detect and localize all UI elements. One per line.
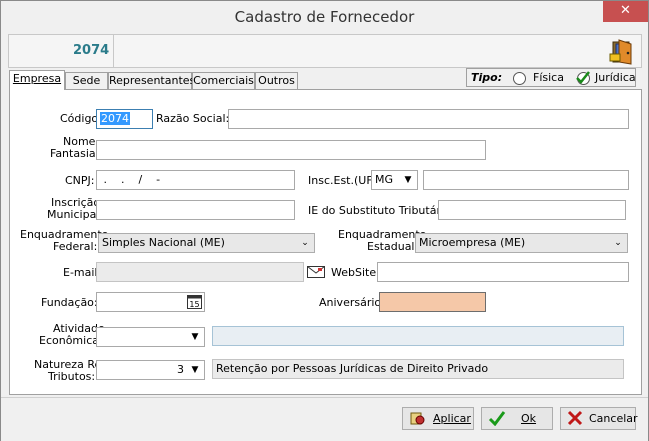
close-button[interactable]: ✕ [603, 1, 648, 22]
nome-fantasia-input[interactable] [96, 140, 486, 160]
apply-icon [409, 410, 425, 431]
chevron-down-icon[interactable]: ⌄ [297, 235, 313, 251]
razao-social-input[interactable] [228, 109, 629, 129]
tab-outros[interactable]: Outros [255, 72, 298, 89]
ie-substituto-label: IE do Substituto Tributário: [308, 204, 455, 217]
insc-municipal-label-2: Municipal: [47, 208, 104, 221]
fisica-label[interactable]: Física [533, 71, 564, 84]
title-bar: Cadastro de Fornecedor ✕ [1, 1, 648, 33]
header-panel: 2074 [8, 34, 642, 68]
calendar-icon[interactable]: 15 [187, 295, 202, 309]
checkmark-icon [575, 70, 591, 85]
nome-fantasia-label-2: Fantasia: [50, 147, 100, 160]
chevron-down-icon[interactable]: ▼ [187, 329, 203, 345]
tipo-radio-group: Tipo: Física Jurídica [466, 68, 636, 87]
uf-value: MG [375, 173, 394, 186]
uf-select[interactable]: MG ▼ [371, 170, 418, 190]
natureza-description: Retenção por Pessoas Jurídicas de Direit… [212, 359, 624, 379]
aplicar-button[interactable]: Aplicar [402, 407, 474, 430]
website-input[interactable] [377, 262, 629, 282]
tab-comerciais[interactable]: Comerciais [192, 72, 255, 89]
enq-estadual-select[interactable]: Microempresa (ME) ⌄ [415, 233, 628, 253]
window-title: Cadastro de Fornecedor [234, 8, 415, 26]
cancelar-label: Cancelar [589, 412, 638, 425]
aniversario-label: Aniversário: [319, 296, 385, 309]
ok-button[interactable]: Ok [481, 407, 553, 430]
juridica-label[interactable]: Jurídica [595, 71, 636, 84]
cnpj-input[interactable]: . . / - [96, 170, 295, 190]
enq-federal-select[interactable]: Simples Nacional (ME) ⌄ [98, 233, 315, 253]
natureza-select[interactable]: 3 ▼ [96, 360, 205, 380]
tab-empresa[interactable]: Empresa [9, 70, 65, 90]
ok-label: Ok [521, 412, 537, 425]
fundacao-label: Fundação: [41, 296, 98, 309]
chevron-down-icon[interactable]: ▼ [187, 362, 203, 378]
bottom-button-bar: Aplicar Ok Cancelar [1, 397, 648, 441]
tab-label: Empresa [12, 72, 62, 85]
codigo-input[interactable]: 2074 [96, 109, 153, 129]
envelope-icon[interactable] [307, 266, 325, 278]
enq-federal-value: Simples Nacional (ME) [102, 236, 225, 249]
tab-label: Sede [72, 74, 101, 87]
header-divider [113, 35, 114, 67]
supplier-code-display: 2074 [73, 43, 110, 58]
radio-fisica[interactable] [513, 72, 526, 85]
tipo-label: Tipo: [471, 71, 503, 84]
tab-sede[interactable]: Sede [65, 72, 108, 89]
tab-label: Representantes [109, 74, 196, 87]
atividade-label-2: Econômica: [39, 334, 103, 347]
enq-estadual-value: Microempresa (ME) [419, 236, 526, 249]
email-input[interactable] [96, 262, 304, 282]
insc-est-input[interactable] [423, 170, 629, 190]
enq-federal-label-2: Federal: [53, 240, 98, 253]
insc-municipal-input[interactable] [96, 200, 295, 220]
svg-text:15: 15 [189, 300, 199, 309]
supplier-window: Cadastro de Fornecedor ✕ 2074 Empresa Se… [0, 0, 649, 441]
natureza-label-2: Tributos: [48, 370, 96, 383]
aniversario-input[interactable] [379, 292, 486, 312]
codigo-value: 2074 [100, 112, 130, 125]
aplicar-label: Aplicar [433, 412, 471, 425]
chevron-down-icon[interactable]: ⌄ [610, 235, 626, 251]
tab-label: Outros [258, 74, 295, 87]
tab-representantes[interactable]: Representantes [108, 72, 196, 89]
cancel-x-icon [567, 410, 583, 431]
ie-substituto-input[interactable] [438, 200, 626, 220]
enq-estadual-label-2: Estadual: [367, 240, 419, 253]
empresa-tab-pane: Código: 2074 Razão Social: Nome Fantasia… [9, 89, 642, 395]
natureza-value: 3 [177, 363, 184, 376]
chevron-down-icon[interactable]: ▼ [400, 172, 416, 188]
atividade-description [212, 326, 624, 346]
atividade-select[interactable]: ▼ [96, 327, 205, 347]
tab-label: Comerciais [193, 74, 254, 87]
cnpj-label: CNPJ: [65, 174, 95, 187]
exit-door-icon[interactable] [607, 36, 639, 66]
check-icon [488, 410, 506, 431]
insc-est-label: Insc.Est.(UF): [308, 174, 381, 187]
razao-social-label: Razão Social: [156, 112, 230, 125]
website-label: WebSite: [331, 266, 380, 279]
cancelar-button[interactable]: Cancelar [560, 407, 638, 431]
